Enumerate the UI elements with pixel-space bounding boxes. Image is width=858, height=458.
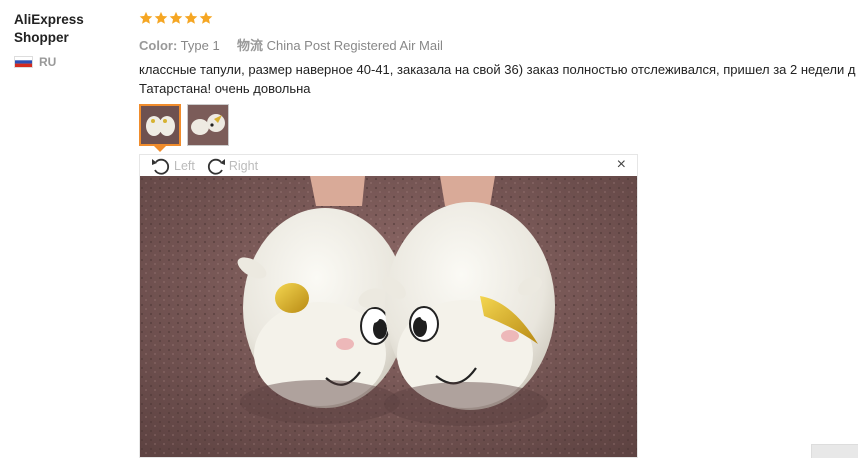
buyer-name: AliExpress Shopper <box>14 11 124 47</box>
color-label: Color: <box>139 38 178 53</box>
star-rating <box>139 11 213 25</box>
rotate-right-button[interactable]: Right <box>205 156 258 176</box>
review-photo <box>140 176 637 457</box>
image-viewer: Left Right × <box>139 154 638 458</box>
star-icon <box>154 11 168 25</box>
rotate-right-icon <box>207 158 225 175</box>
color-value: Type 1 <box>180 38 220 53</box>
buyer-name-line2: Shopper <box>14 30 69 45</box>
star-icon <box>184 11 198 25</box>
shipping-value: China Post Registered Air Mail <box>266 38 443 53</box>
feedback-line-2: Татарстана! очень довольна <box>139 81 311 96</box>
scroll-to-top-button[interactable] <box>811 444 858 458</box>
close-viewer-button[interactable]: × <box>617 157 626 173</box>
shipping-label: 物流 <box>236 38 263 53</box>
slipper-thumbnail-image <box>141 106 179 144</box>
russia-flag-icon <box>14 56 33 68</box>
rotate-right-label: Right <box>228 158 259 173</box>
rotate-left-label: Left <box>174 158 195 173</box>
star-icon <box>199 11 213 25</box>
slipper-thumbnail-image <box>188 105 228 145</box>
buyer-country: RU <box>14 55 124 69</box>
thumbnail-photo-2[interactable] <box>187 104 229 146</box>
order-info: Color: Type 1 物流 China Post Registered A… <box>139 35 443 54</box>
feedback-text: классные тапули, размер наверное 40-41, … <box>139 60 858 98</box>
rotate-left-button[interactable]: Left <box>150 156 195 176</box>
viewer-toolbar: Left Right × <box>140 155 637 176</box>
rotate-left-icon <box>152 158 170 175</box>
thumbnail-selected-pointer <box>154 146 166 152</box>
star-icon <box>139 11 153 25</box>
buyer-info: AliExpress Shopper RU <box>14 11 124 69</box>
star-icon <box>169 11 183 25</box>
country-code: RU <box>39 55 57 69</box>
photo-thumbnails <box>139 104 229 146</box>
thumbnail-photo-1[interactable] <box>139 104 181 146</box>
review-item: AliExpress Shopper RU Color: Type 1 物流 C… <box>0 0 858 458</box>
buyer-name-line1: AliExpress <box>14 12 84 27</box>
feedback-line-1: классные тапули, размер наверное 40-41, … <box>139 62 856 77</box>
